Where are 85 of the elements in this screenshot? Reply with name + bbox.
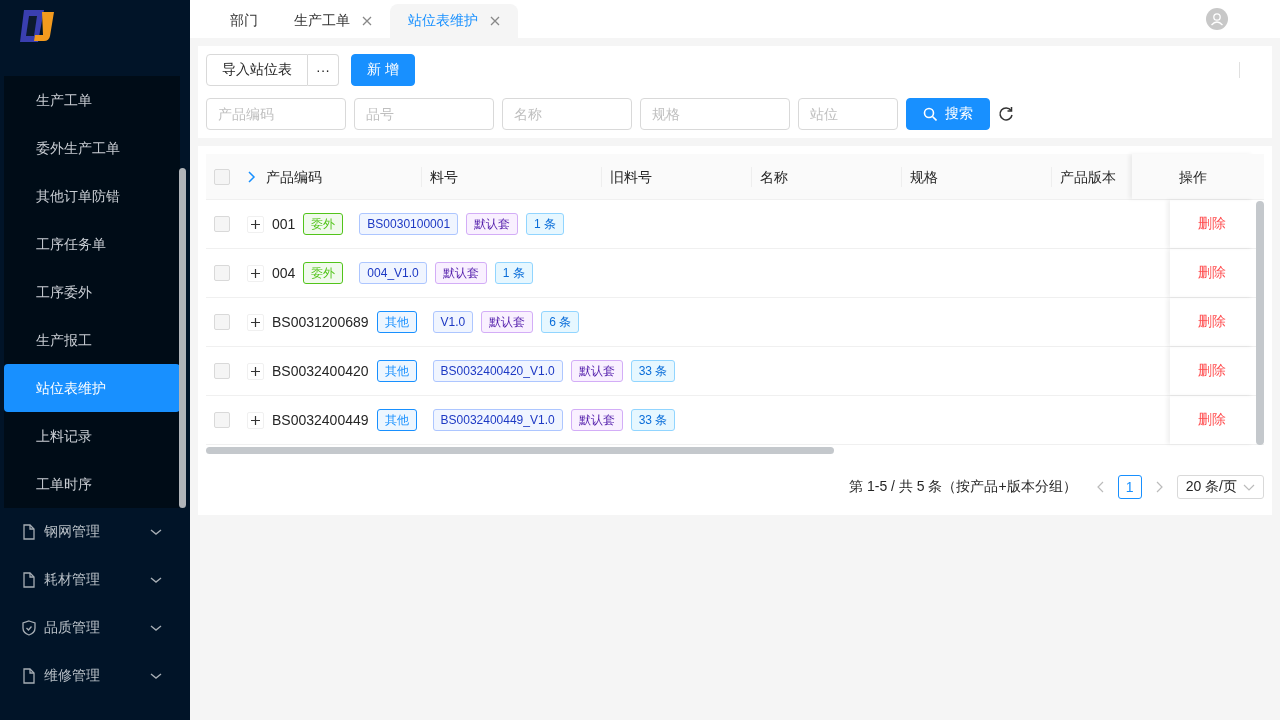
column-header: 规格 [902,166,1052,187]
checkbox[interactable] [214,314,230,330]
document-icon [22,572,36,588]
plus-icon [250,365,261,377]
close-icon[interactable] [490,16,500,26]
refresh-icon[interactable] [998,106,1014,122]
input-field[interactable]: 站位 [798,98,898,130]
search-icon [923,107,937,121]
pagination-summary: 第 1-5 / 共 5 条（按产品+版本分组） [849,478,1077,496]
document-icon [22,524,36,540]
table-cell: BS0032400420 [272,363,369,379]
chevron-right-icon[interactable] [247,170,256,183]
logo-icon [20,10,56,42]
menu-item[interactable]: 生产工单 [4,76,180,124]
import-button[interactable]: 导入站位表 [206,54,308,86]
tag: 默认套 [481,311,534,333]
menu-group[interactable]: 品质管理 [0,604,190,652]
tab[interactable]: 生产工单 [276,4,390,38]
expand-button[interactable] [247,264,264,282]
checkbox[interactable] [214,216,230,232]
next-page-icon[interactable] [1155,481,1163,493]
column-header: 料号 [422,166,602,187]
expand-button[interactable] [247,215,264,233]
menu-item[interactable]: 工序委外 [4,268,180,316]
column-header: 产品编码 [266,166,422,187]
table-cell: 001 [272,216,296,232]
menu-item[interactable]: 工序任务单 [4,220,180,268]
avatar-icon[interactable] [1206,8,1228,30]
tag: BS0032400449_V1.0 [432,409,563,431]
input-field[interactable]: 规格 [640,98,790,130]
tag: 其他 [376,360,417,382]
column-header: 名称 [752,166,902,187]
page-size-select[interactable]: 20 条/页 [1176,475,1264,499]
menu-group[interactable]: 维修管理 [0,652,190,700]
expand-button[interactable] [247,313,264,331]
plus-icon [250,316,261,328]
table-cell: BS0031200689 [272,314,369,330]
input-field[interactable]: 产品编码 [206,98,346,130]
column-header: 操作 [1132,154,1254,199]
tag: 默认套 [570,409,623,431]
table-cell: 004 [272,265,296,281]
table-cell: BS0032400449 [272,412,369,428]
tag: 6 条 [541,311,580,333]
tag: V1.0 [432,311,474,333]
menu-group[interactable]: 耗材管理 [0,556,190,604]
tag: 33 条 [630,360,676,382]
plus-icon [250,218,261,230]
tag: 默认套 [434,262,487,284]
tag: BS0032400420_V1.0 [432,360,563,382]
more-button[interactable]: ··· [308,54,339,86]
input-field[interactable]: 名称 [502,98,632,130]
input-field[interactable]: 品号 [354,98,494,130]
tag: 默认套 [466,213,519,235]
expand-button[interactable] [247,362,264,380]
checkbox[interactable] [214,363,230,379]
tag: 1 条 [526,213,565,235]
close-icon[interactable] [362,16,372,26]
menu-group[interactable]: 钢网管理 [0,508,190,556]
tag: 004_V1.0 [359,262,427,284]
tag: 其他 [376,311,417,333]
checkbox[interactable] [214,265,230,281]
tag: BS0030100001 [359,213,459,235]
column-header: 产品版本 [1059,167,1117,187]
prev-page-icon[interactable] [1096,481,1104,493]
plus-icon [250,414,261,426]
tag: 1 条 [494,262,533,284]
chevron-down-icon [1243,483,1255,491]
menu-item[interactable]: 工单时序 [4,460,180,508]
menu-item[interactable]: 上料记录 [4,412,180,460]
plus-icon [250,267,261,279]
tag: 33 条 [630,409,676,431]
shield-icon [22,620,36,636]
checkbox[interactable] [214,168,230,185]
menu-item[interactable]: 生产报工 [4,316,180,364]
tag: 默认套 [570,360,623,382]
menu-item[interactable]: 其他订单防错 [4,172,180,220]
expand-button[interactable] [247,411,264,429]
tag: 委外 [303,213,344,235]
checkbox[interactable] [214,412,230,428]
menu-item[interactable]: 委外生产工单 [4,124,180,172]
document-icon [22,668,36,684]
column-header: 旧料号 [602,166,752,187]
tag: 其他 [376,409,417,431]
tag: 委外 [303,262,344,284]
tab[interactable]: 部门 [212,4,276,38]
